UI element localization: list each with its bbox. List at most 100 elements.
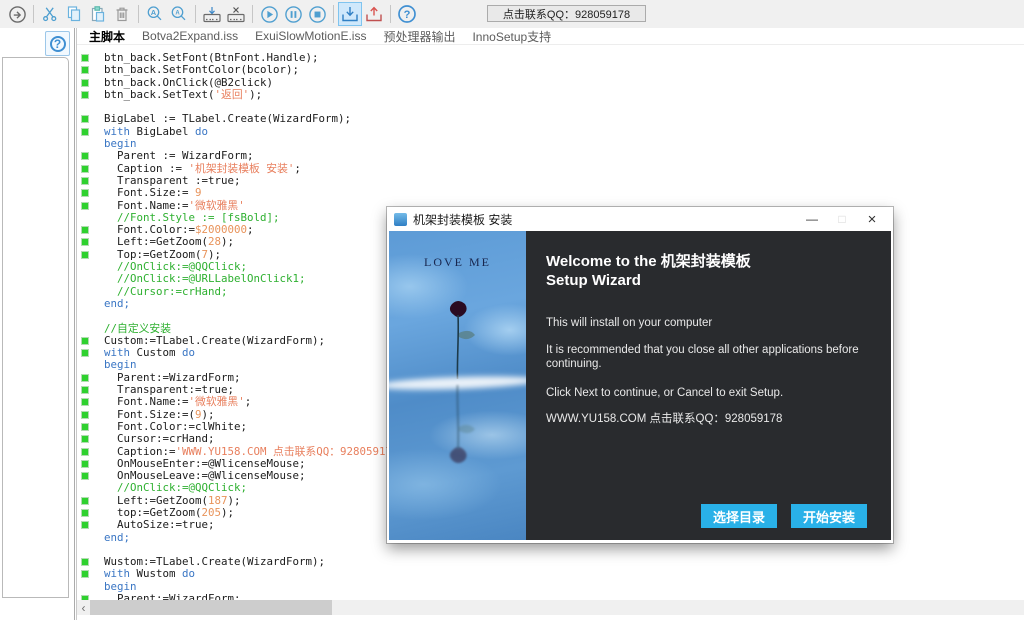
line-marker-icon[interactable]	[81, 79, 89, 87]
zoom-out-icon[interactable]: A	[167, 2, 191, 26]
zoom-in-icon[interactable]: A	[143, 2, 167, 26]
pause-icon[interactable]	[281, 2, 305, 26]
tab-预处理器输出[interactable]: 预处理器输出	[383, 28, 455, 45]
artwork-caption: LOVE ME	[389, 255, 526, 270]
welcome-paragraph-2: It is recommended that you close all oth…	[546, 343, 866, 371]
code-line: BigLabel := TLabel.Create(WizardForm);	[77, 113, 1024, 125]
line-marker-icon[interactable]	[81, 337, 89, 345]
svg-text:A: A	[175, 10, 180, 16]
line-marker-icon[interactable]	[81, 435, 89, 443]
line-marker-icon[interactable]	[81, 398, 89, 406]
stop-icon[interactable]	[305, 2, 329, 26]
line-marker-icon[interactable]	[81, 349, 89, 357]
svg-text:?: ?	[404, 9, 411, 21]
app-icon	[394, 213, 407, 226]
line-marker-icon[interactable]	[81, 128, 89, 136]
dialog-title: 机架封装模板 安装	[413, 211, 797, 228]
minimize-button[interactable]: —	[797, 207, 827, 231]
toolbar: A A	[0, 0, 1024, 29]
add-marker-icon[interactable]	[200, 2, 224, 26]
line-marker-icon[interactable]	[81, 251, 89, 259]
rose-reflection	[436, 383, 480, 465]
code-line: Wustom:=TLabel.Create(WizardForm);	[77, 556, 1024, 568]
line-marker-icon[interactable]	[81, 238, 89, 246]
line-marker-icon[interactable]	[81, 177, 89, 185]
divider	[138, 5, 139, 23]
choose-directory-button[interactable]: 选择目录	[701, 504, 777, 528]
scrollbar-thumb[interactable]	[90, 600, 332, 615]
svg-text:A: A	[151, 8, 157, 17]
setup-wizard-dialog: 机架封装模板 安装 — □ × LOVE ME Welcome to the 机…	[387, 207, 893, 543]
delete-icon[interactable]	[110, 2, 134, 26]
scroll-left-arrow-icon[interactable]: ‹	[77, 600, 90, 615]
line-marker-icon[interactable]	[81, 509, 89, 517]
line-marker-icon[interactable]	[81, 386, 89, 394]
line-marker-icon[interactable]	[81, 448, 89, 456]
line-marker-icon[interactable]	[81, 570, 89, 578]
line-marker-icon[interactable]	[81, 497, 89, 505]
horizontal-scrollbar[interactable]: ‹	[77, 600, 1024, 615]
divider	[195, 5, 196, 23]
wizard-artwork: LOVE ME	[389, 231, 526, 540]
line-marker-icon[interactable]	[81, 374, 89, 382]
divider	[33, 5, 34, 23]
paste-icon[interactable]	[86, 2, 110, 26]
tab-ExuiSlowMotionE.iss[interactable]: ExuiSlowMotionE.iss	[255, 29, 366, 43]
remove-marker-icon[interactable]	[224, 2, 248, 26]
line-marker-icon[interactable]	[81, 152, 89, 160]
line-marker-icon[interactable]	[81, 165, 89, 173]
tab-主脚本[interactable]: 主脚本	[89, 28, 125, 45]
code-line: btn_back.SetText('返回');	[77, 89, 1024, 101]
qq-contact-button[interactable]: 点击联系QQ：928059178	[487, 5, 646, 22]
welcome-heading: Welcome to the 机架封装模板 Setup Wizard	[546, 252, 867, 290]
line-marker-icon[interactable]	[81, 460, 89, 468]
line-marker-icon[interactable]	[81, 226, 89, 234]
welcome-panel: Welcome to the 机架封装模板 Setup Wizard This …	[526, 231, 891, 540]
welcome-paragraphs: This will install on your computer It is …	[546, 316, 867, 426]
rose-icon	[436, 299, 480, 381]
line-marker-icon[interactable]	[81, 521, 89, 529]
line-marker-icon[interactable]	[81, 66, 89, 74]
dialog-body: LOVE ME Welcome to the 机架封装模板 Setup Wiza…	[389, 231, 891, 540]
code-line: with BigLabel do	[77, 126, 1024, 138]
dialog-buttons: 选择目录开始安装	[701, 504, 867, 528]
dialog-titlebar[interactable]: 机架封装模板 安装 — □ ×	[387, 207, 893, 231]
welcome-paragraph-3: Click Next to continue, or Cancel to exi…	[546, 386, 866, 400]
welcome-paragraph-1: This will install on your computer	[546, 316, 866, 330]
divider	[390, 5, 391, 23]
line-marker-icon[interactable]	[81, 189, 89, 197]
question-icon: ?	[50, 36, 66, 52]
welcome-heading-line1: Welcome to the 机架封装模板	[546, 252, 867, 271]
line-marker-icon[interactable]	[81, 423, 89, 431]
code-line: Parent:=WizardForm;	[77, 593, 1024, 600]
tab-Botva2Expand.iss[interactable]: Botva2Expand.iss	[142, 29, 238, 43]
help-icon[interactable]: ?	[395, 2, 419, 26]
close-button[interactable]: ×	[857, 207, 887, 231]
sidebar: ?	[0, 28, 74, 620]
line-marker-icon[interactable]	[81, 202, 89, 210]
divider	[333, 5, 334, 23]
divider	[252, 5, 253, 23]
line-marker-icon[interactable]	[81, 472, 89, 480]
sidebar-help-button[interactable]: ?	[45, 31, 70, 56]
compile-icon[interactable]	[5, 2, 29, 26]
tab-InnoSetup支持[interactable]: InnoSetup支持	[472, 28, 551, 45]
line-marker-icon[interactable]	[81, 54, 89, 62]
code-line: Transparent :=true;	[77, 175, 1024, 187]
welcome-paragraph-4: WWW.YU158.COM 点击联系QQ：928059178	[546, 412, 866, 426]
line-marker-icon[interactable]	[81, 91, 89, 99]
welcome-heading-line2: Setup Wizard	[546, 271, 867, 290]
code-line: with Wustom do	[77, 568, 1024, 580]
line-marker-icon[interactable]	[81, 558, 89, 566]
run-icon[interactable]	[257, 2, 281, 26]
import-icon[interactable]	[338, 2, 362, 26]
sidebar-panel	[2, 57, 69, 598]
maximize-button[interactable]: □	[827, 207, 857, 231]
tab-strip: 主脚本 Botva2Expand.iss ExuiSlowMotionE.iss 预处…	[77, 28, 1024, 45]
cut-icon[interactable]	[38, 2, 62, 26]
copy-icon[interactable]	[62, 2, 86, 26]
line-marker-icon[interactable]	[81, 411, 89, 419]
export-icon[interactable]	[362, 2, 386, 26]
start-install-button[interactable]: 开始安装	[791, 504, 867, 528]
line-marker-icon[interactable]	[81, 115, 89, 123]
